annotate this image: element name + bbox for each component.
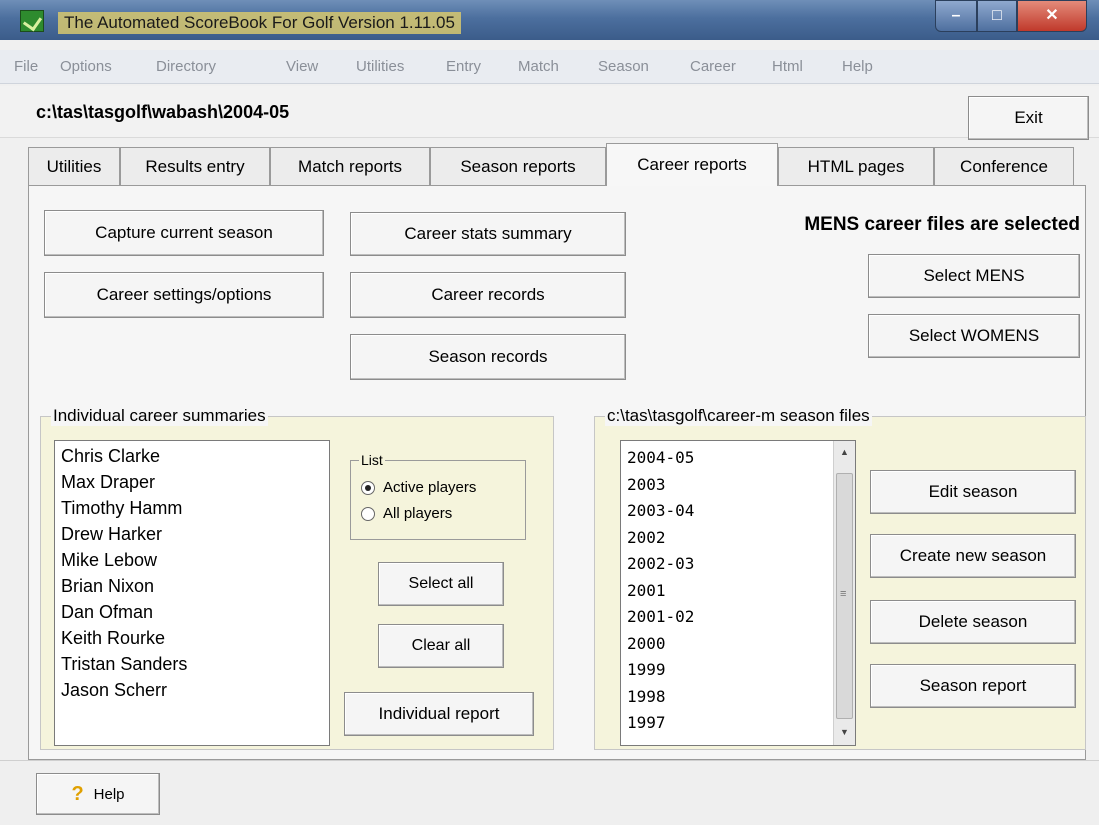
maximize-button[interactable]: □ <box>977 0 1017 32</box>
list-item[interactable]: Drew Harker <box>55 521 329 547</box>
list-item[interactable]: Brian Nixon <box>55 573 329 599</box>
career-records-button[interactable]: Career records <box>350 272 626 318</box>
list-item[interactable]: 2003-04 <box>627 498 694 525</box>
list-option-box: List Active players All players <box>350 452 526 540</box>
season-records-button[interactable]: Season records <box>350 334 626 380</box>
list-item[interactable]: 2001 <box>627 578 694 605</box>
exit-button[interactable]: Exit <box>968 96 1089 140</box>
menu-help[interactable]: Help <box>842 58 873 75</box>
menu-directory[interactable]: Directory <box>156 58 216 75</box>
menu-career[interactable]: Career <box>690 58 736 75</box>
radio-active-players[interactable]: Active players <box>361 479 476 496</box>
menu-view[interactable]: View <box>286 58 318 75</box>
player-list[interactable]: Chris Clarke Max Draper Timothy Hamm Dre… <box>54 440 330 746</box>
edit-season-button[interactable]: Edit season <box>870 470 1076 514</box>
radio-unselected-icon <box>361 507 375 522</box>
bottom-bar: ? Help <box>0 760 1099 825</box>
menu-html[interactable]: Html <box>772 58 803 75</box>
tab-career-reports[interactable]: Career reports <box>606 143 778 186</box>
tab-conference[interactable]: Conference <box>934 147 1074 185</box>
menu-bar: File Options Directory View Utilities En… <box>0 50 1099 84</box>
list-item[interactable]: 2002-03 <box>627 551 694 578</box>
scroll-up-icon[interactable]: ▲ <box>840 447 849 457</box>
grip-icon: ≡ <box>840 588 847 600</box>
season-list[interactable]: 2004-05 2003 2003-04 2002 2002-03 2001 2… <box>620 440 856 746</box>
title-bar: The Automated ScoreBook For Golf Version… <box>0 0 1099 40</box>
list-item[interactable]: 1997 <box>627 710 694 737</box>
tab-html-pages[interactable]: HTML pages <box>778 147 934 185</box>
radio-active-label: Active players <box>383 479 477 496</box>
tab-utilities[interactable]: Utilities <box>28 147 120 185</box>
delete-season-button[interactable]: Delete season <box>870 600 1076 644</box>
tab-match-reports[interactable]: Match reports <box>270 147 430 185</box>
list-item[interactable]: 2002 <box>627 525 694 552</box>
scroll-down-icon[interactable]: ▼ <box>840 727 849 737</box>
help-button[interactable]: ? Help <box>36 773 160 815</box>
clear-all-button[interactable]: Clear all <box>378 624 504 668</box>
scroll-thumb[interactable]: ≡ <box>836 473 853 719</box>
list-item[interactable]: 1999 <box>627 657 694 684</box>
select-womens-button[interactable]: Select WOMENS <box>868 314 1080 358</box>
menu-file[interactable]: File <box>14 58 38 75</box>
individual-career-label: Individual career summaries <box>51 406 268 426</box>
list-item[interactable]: Dan Ofman <box>55 599 329 625</box>
career-stats-summary-button[interactable]: Career stats summary <box>350 212 626 256</box>
list-item[interactable]: Timothy Hamm <box>55 495 329 521</box>
season-list-scrollbar[interactable]: ▲ ≡ ▼ <box>833 441 855 745</box>
season-report-button[interactable]: Season report <box>870 664 1076 708</box>
individual-report-button[interactable]: Individual report <box>344 692 534 736</box>
list-item[interactable]: Jason Scherr <box>55 677 329 703</box>
menu-utilities[interactable]: Utilities <box>356 58 404 75</box>
select-mens-button[interactable]: Select MENS <box>868 254 1080 298</box>
list-item[interactable]: 2004-05 <box>627 445 694 472</box>
app-icon <box>20 10 44 32</box>
season-files-label: c:\tas\tasgolf\career-m season files <box>605 406 872 426</box>
menu-season[interactable]: Season <box>598 58 649 75</box>
career-settings-button[interactable]: Career settings/options <box>44 272 324 318</box>
current-path: c:\tas\tasgolf\wabash\2004-05 <box>36 102 290 122</box>
menu-options[interactable]: Options <box>60 58 112 75</box>
select-all-button[interactable]: Select all <box>378 562 504 606</box>
list-item[interactable]: Tristan Sanders <box>55 651 329 677</box>
list-item[interactable]: Max Draper <box>55 469 329 495</box>
list-item[interactable]: 2003 <box>627 472 694 499</box>
list-item[interactable]: Mike Lebow <box>55 547 329 573</box>
minimize-button[interactable]: – <box>935 0 977 32</box>
menu-entry[interactable]: Entry <box>446 58 481 75</box>
list-item[interactable]: Keith Rourke <box>55 625 329 651</box>
help-question-icon: ? <box>71 782 84 805</box>
radio-all-label: All players <box>383 505 453 522</box>
menu-match[interactable]: Match <box>518 58 559 75</box>
radio-all-players[interactable]: All players <box>361 505 452 522</box>
list-item[interactable]: Chris Clarke <box>55 443 329 469</box>
capture-current-season-button[interactable]: Capture current season <box>44 210 324 256</box>
list-item[interactable]: 2001-02 <box>627 604 694 631</box>
path-bar: c:\tas\tasgolf\wabash\2004-05 <box>0 86 1099 138</box>
list-item[interactable]: 2000 <box>627 631 694 658</box>
create-new-season-button[interactable]: Create new season <box>870 534 1076 578</box>
selection-status-text: MENS career files are selected <box>804 214 1080 235</box>
list-item[interactable]: 1998 <box>627 684 694 711</box>
radio-selected-icon <box>361 481 375 496</box>
close-button[interactable]: ✕ <box>1017 0 1087 32</box>
window-title: The Automated ScoreBook For Golf Version… <box>58 12 461 34</box>
tab-results-entry[interactable]: Results entry <box>120 147 270 185</box>
tab-season-reports[interactable]: Season reports <box>430 147 606 185</box>
season-items: 2004-05 2003 2003-04 2002 2002-03 2001 2… <box>627 445 694 737</box>
list-option-label: List <box>359 452 385 468</box>
help-label: Help <box>93 785 125 803</box>
